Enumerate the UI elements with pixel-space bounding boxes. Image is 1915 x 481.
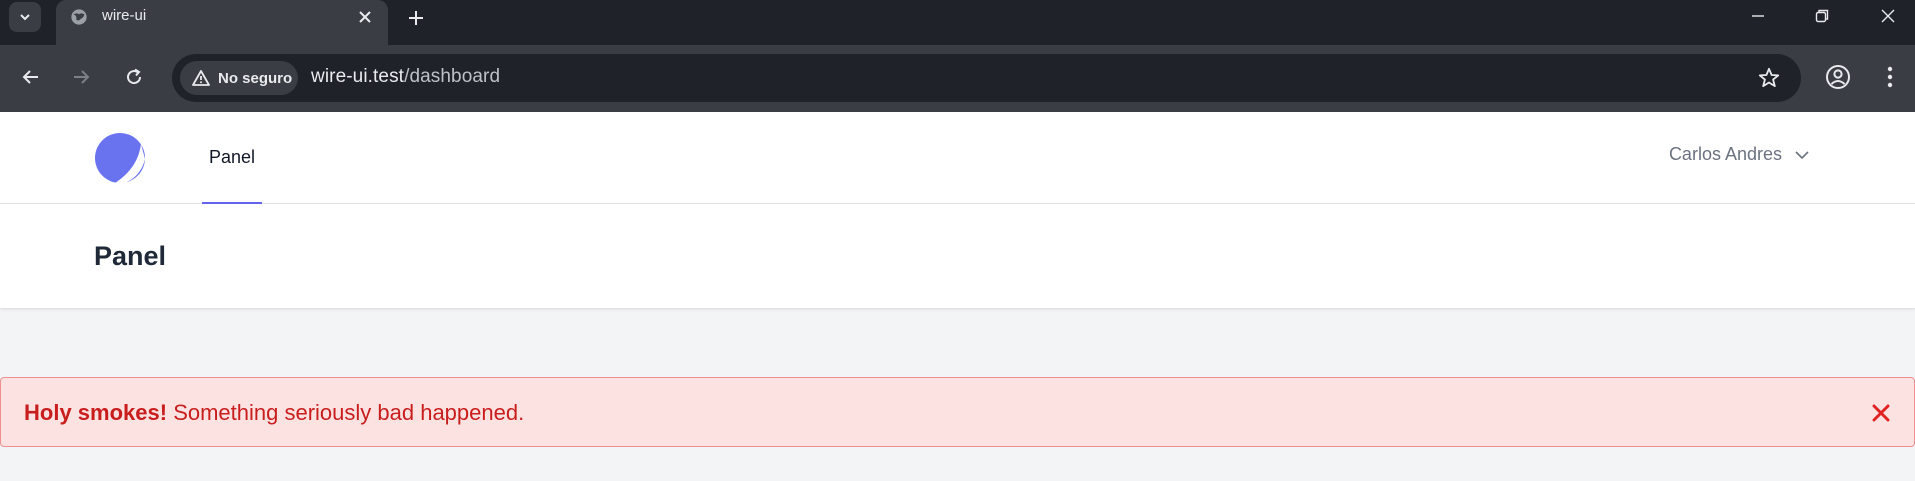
app-navbar: Panel Carlos Andres (0, 112, 1915, 204)
close-icon (1881, 9, 1895, 23)
alert-message: Something seriously bad happened. (173, 400, 525, 425)
nav-link-panel[interactable]: Panel (202, 112, 262, 204)
user-menu[interactable]: Carlos Andres (1669, 144, 1810, 165)
kebab-menu-icon (1887, 66, 1893, 88)
page-title: Panel (94, 241, 167, 271)
new-tab-button[interactable] (402, 4, 430, 32)
browser-tab[interactable]: wire-ui (56, 0, 388, 45)
restore-icon (1815, 9, 1829, 23)
error-alert: Holy smokes! Something seriously bad hap… (0, 377, 1915, 447)
account-icon (1826, 65, 1850, 89)
reload-button[interactable] (117, 60, 151, 94)
app-logo[interactable] (94, 132, 146, 184)
page-header: Panel (0, 204, 1915, 308)
browser-menu-button[interactable] (1874, 61, 1906, 93)
back-button[interactable] (14, 60, 48, 94)
url-host: wire-ui.test (311, 66, 405, 87)
minimize-icon (1752, 15, 1764, 17)
tab-search-button[interactable] (9, 2, 41, 32)
url-text: wire-ui.test/dashboard (311, 66, 500, 88)
security-label: No seguro (218, 69, 293, 87)
close-icon (1872, 404, 1890, 422)
profile-button[interactable] (1822, 61, 1854, 93)
security-chip[interactable]: No seguro (180, 61, 298, 95)
alert-dismiss-button[interactable] (1868, 400, 1894, 426)
tab-title: wire-ui (102, 7, 147, 24)
browser-tab-strip: wire-ui (0, 0, 1915, 45)
close-window-button[interactable] (1861, 0, 1915, 32)
warning-icon (192, 70, 210, 86)
globe-icon (71, 9, 87, 25)
restore-button[interactable] (1795, 0, 1849, 32)
url-path: /dashboard (404, 66, 501, 87)
arrow-right-icon (74, 70, 90, 84)
user-name: Carlos Andres (1668, 144, 1782, 164)
chevron-down-icon (20, 14, 30, 21)
close-icon (359, 11, 371, 23)
arrow-left-icon (22, 70, 38, 84)
minimize-button[interactable] (1731, 0, 1785, 32)
address-bar[interactable]: No seguro wire-ui.test/dashboard (172, 54, 1801, 102)
forward-button[interactable] (64, 60, 98, 94)
alert-title: Holy smokes! (24, 400, 168, 425)
alert-text: Holy smokes! Something seriously bad hap… (24, 400, 524, 426)
tab-close-button[interactable] (354, 6, 376, 28)
plus-icon (409, 11, 423, 25)
browser-toolbar: No seguro wire-ui.test/dashboard (0, 45, 1915, 112)
reload-icon (127, 68, 142, 85)
bookmark-star-icon[interactable] (1757, 66, 1781, 90)
chevron-down-icon (1795, 150, 1809, 159)
